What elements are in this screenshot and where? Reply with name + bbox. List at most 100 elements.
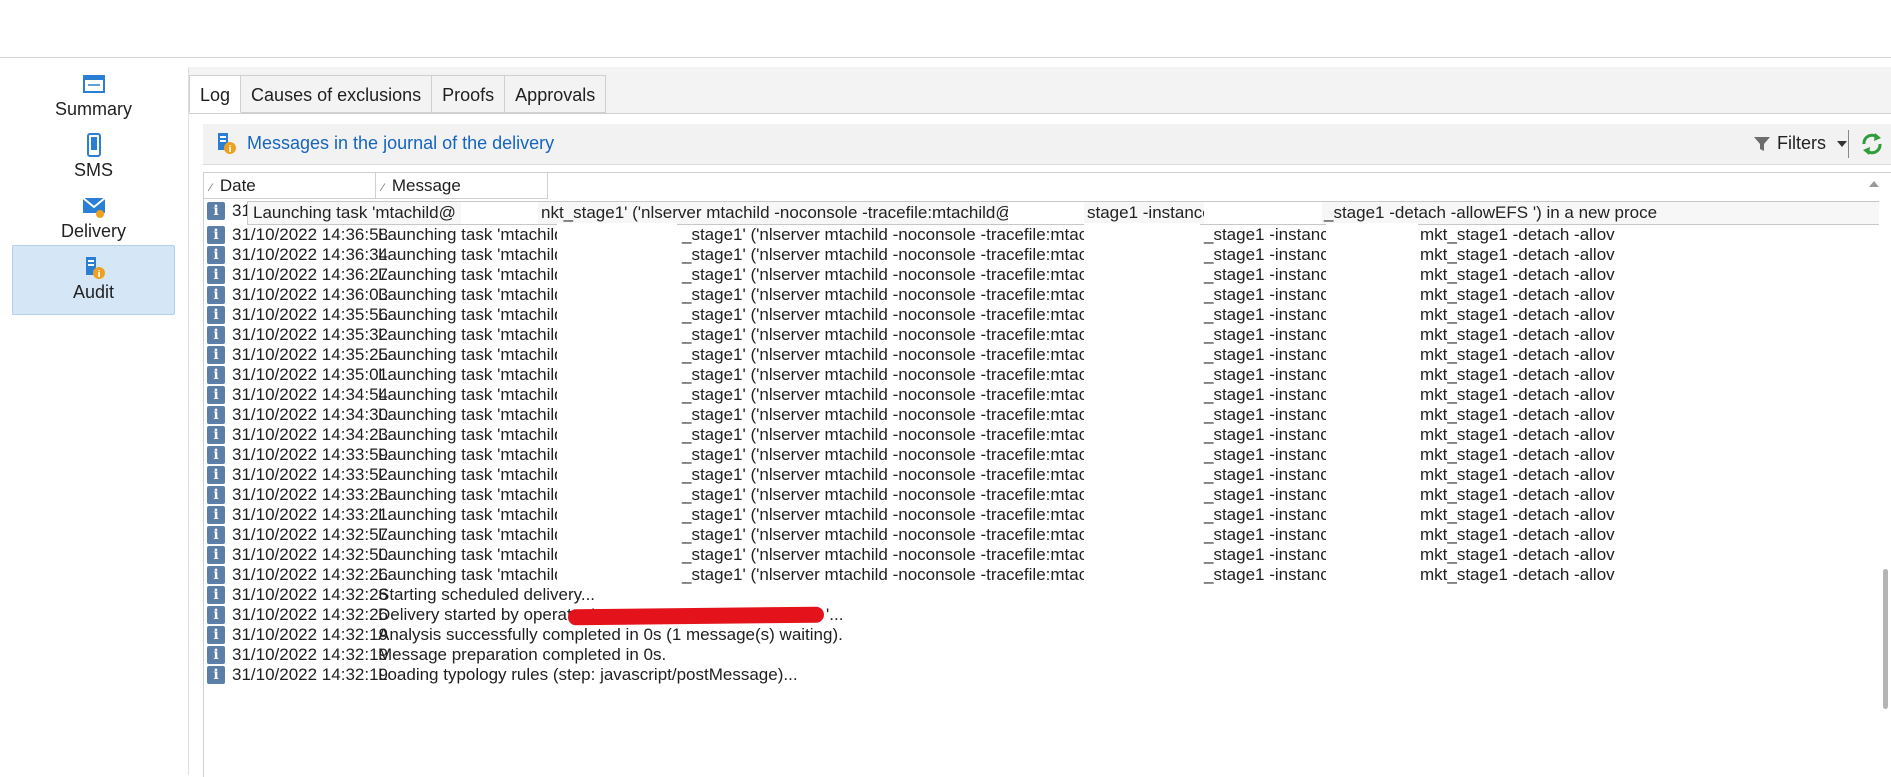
redaction-block <box>1204 202 1322 224</box>
info-icon <box>207 506 225 524</box>
info-icon <box>207 202 225 220</box>
info-icon <box>207 646 225 664</box>
log-panel: i Messages in the journal of the deliver… <box>189 113 1891 777</box>
scroll-up-icon[interactable] <box>1869 180 1879 188</box>
filters-button[interactable]: Filters <box>1753 133 1848 154</box>
row-message-part: Launching task 'mtachild@ <box>378 305 581 324</box>
sidebar-item-summary[interactable]: Summary <box>12 62 175 132</box>
sidebar-item-sms[interactable]: SMS <box>12 123 175 193</box>
row-message-part: _stage1' ('nlserver mtachild -noconsole … <box>682 245 1137 264</box>
column-header-date[interactable]: ⁄ Date <box>204 173 376 199</box>
tooltip-text: Launching task 'mtachild@ <box>253 203 456 222</box>
tab-log[interactable]: Log <box>189 75 242 113</box>
row-message-part: Launching task 'mtachild@ <box>378 225 581 244</box>
row-message-part: mkt_stage1 -detach -allov <box>1420 345 1615 364</box>
row-message-part: _stage1' ('nlserver mtachild -noconsole … <box>682 405 1137 424</box>
row-message-part: _stage1' ('nlserver mtachild -noconsole … <box>682 545 1137 564</box>
row-message-part: Launching task 'mtachild@ <box>378 485 581 504</box>
row-message-part: mkt_stage1 -detach -allov <box>1420 325 1615 344</box>
row-message-part: mkt_stage1 -detach -allov <box>1420 525 1615 544</box>
row-message: Analysis successfully completed in 0s (1… <box>378 625 843 644</box>
row-message-part: _stage1' ('nlserver mtachild -noconsole … <box>682 465 1137 484</box>
sms-icon <box>86 133 101 157</box>
tab-proofs[interactable]: Proofs <box>432 75 506 113</box>
row-date: 31/10/2022 14:34:23 <box>232 425 388 444</box>
row-message-part: mkt_stage1 -detach -allov <box>1420 485 1615 504</box>
row-date: 31/10/2022 14:33:52 <box>232 465 388 484</box>
info-icon <box>207 626 225 644</box>
row-message-part: mkt_stage1 -detach -allov <box>1420 265 1615 284</box>
row-date: 31/10/2022 14:36:27 <box>232 265 388 284</box>
sidebar-item-label: SMS <box>73 160 113 180</box>
row-message-part: mkt_stage1 -detach -allov <box>1420 445 1615 464</box>
row-date: 31/10/2022 14:35:01 <box>232 365 388 384</box>
sidebar-item-delivery[interactable]: Delivery <box>12 184 175 254</box>
row-message-part: _stage1' ('nlserver mtachild -noconsole … <box>682 425 1137 444</box>
sidebar-item-label: Summary <box>54 99 132 119</box>
info-icon <box>207 426 225 444</box>
row-message-part: Launching task 'mtachild@ <box>378 525 581 544</box>
sidebar-item-label: Delivery <box>60 221 126 241</box>
row-message-part: Launching task 'mtachild@ <box>378 385 581 404</box>
row-message-part: mkt_stage1 -detach -allov <box>1420 505 1615 524</box>
row-message-part: Launching task 'mtachild@ <box>378 445 581 464</box>
sidebar-item-label: Audit <box>72 282 115 302</box>
info-icon <box>207 566 225 584</box>
row-date: 31/10/2022 14:33:28 <box>232 485 388 504</box>
row-message-part: mkt_stage1 -detach -allov <box>1420 405 1615 424</box>
row-message-suffix: '... <box>826 605 844 624</box>
row-message: Loading typology rules (step: javascript… <box>378 665 798 684</box>
info-icon <box>207 666 225 684</box>
table-row[interactable]: 31/10/2022 14:32:19Loading typology rule… <box>204 663 1891 687</box>
top-bar <box>0 0 1891 58</box>
sort-icon: ⁄ <box>382 182 384 194</box>
chevron-down-icon <box>1837 140 1847 147</box>
row-date: 31/10/2022 14:32:19 <box>232 625 388 644</box>
row-message-part: _stage1' ('nlserver mtachild -noconsole … <box>682 325 1137 344</box>
header-filler <box>548 173 1891 200</box>
vertical-scrollbar[interactable] <box>1879 199 1891 777</box>
table-row[interactable]: 31/ Launching task 'mtachild@ nkt_stage1… <box>204 199 1891 225</box>
tooltip-text: _stage1 -detach -allowEFS ') in a new pr… <box>1324 203 1658 222</box>
info-icon <box>207 446 225 464</box>
tooltip-text: nkt_stage1' ('nlserver mtachild -noconso… <box>541 203 1019 222</box>
funnel-icon <box>1754 136 1770 151</box>
delivery-icon <box>81 197 106 218</box>
tab-causes-of-exclusions[interactable]: Causes of exclusions <box>241 75 433 113</box>
row-message-part: mkt_stage1 -detach -allov <box>1420 385 1615 404</box>
toolbar-divider <box>1848 130 1849 158</box>
row-message-part: Launching task 'mtachild@ <box>378 285 581 304</box>
row-message-part: Launching task 'mtachild@ <box>378 245 581 264</box>
row-message-part: Launching task 'mtachild@ <box>378 425 581 444</box>
row-message-part: Launching task 'mtachild@ <box>378 465 581 484</box>
row-message-part: Launching task 'mtachild@ <box>378 565 581 584</box>
row-message-part: mkt_stage1 -detach -allov <box>1420 305 1615 324</box>
row-message: Delivery started by operator ' <box>378 605 595 624</box>
column-header-message[interactable]: ⁄ Message <box>376 173 548 199</box>
row-message-part: _stage1' ('nlserver mtachild -noconsole … <box>682 485 1137 504</box>
info-icon <box>207 226 225 244</box>
info-icon <box>207 266 225 284</box>
info-icon <box>207 546 225 564</box>
row-message-part: mkt_stage1 -detach -allov <box>1420 565 1615 584</box>
row-message: Message preparation completed in 0s. <box>378 645 667 664</box>
tab-approvals[interactable]: Approvals <box>505 75 607 113</box>
scrollbar-thumb[interactable] <box>1883 569 1888 709</box>
row-message-part: Launching task 'mtachild@ <box>378 405 581 424</box>
info-icon <box>207 346 225 364</box>
info-icon <box>207 306 225 324</box>
row-message: Starting scheduled delivery... <box>378 585 596 604</box>
refresh-icon[interactable] <box>1858 130 1886 158</box>
column-header-label: Message <box>391 176 461 195</box>
sidebar-item-audit[interactable]: i Audit <box>12 245 175 315</box>
redaction-block <box>461 202 538 224</box>
filters-label: Filters <box>1777 133 1826 153</box>
audit-icon: i <box>85 257 105 280</box>
info-icon <box>207 366 225 384</box>
row-date: 31/10/2022 14:32:57 <box>232 525 388 544</box>
row-message-part: _stage1' ('nlserver mtachild -noconsole … <box>682 525 1137 544</box>
row-message-part: _stage1' ('nlserver mtachild -noconsole … <box>682 345 1137 364</box>
row-message-part: _stage1' ('nlserver mtachild -noconsole … <box>682 565 1137 584</box>
row-date: 31/10/2022 14:35:56 <box>232 305 388 324</box>
row-date: 31/10/2022 14:35:32 <box>232 325 388 344</box>
